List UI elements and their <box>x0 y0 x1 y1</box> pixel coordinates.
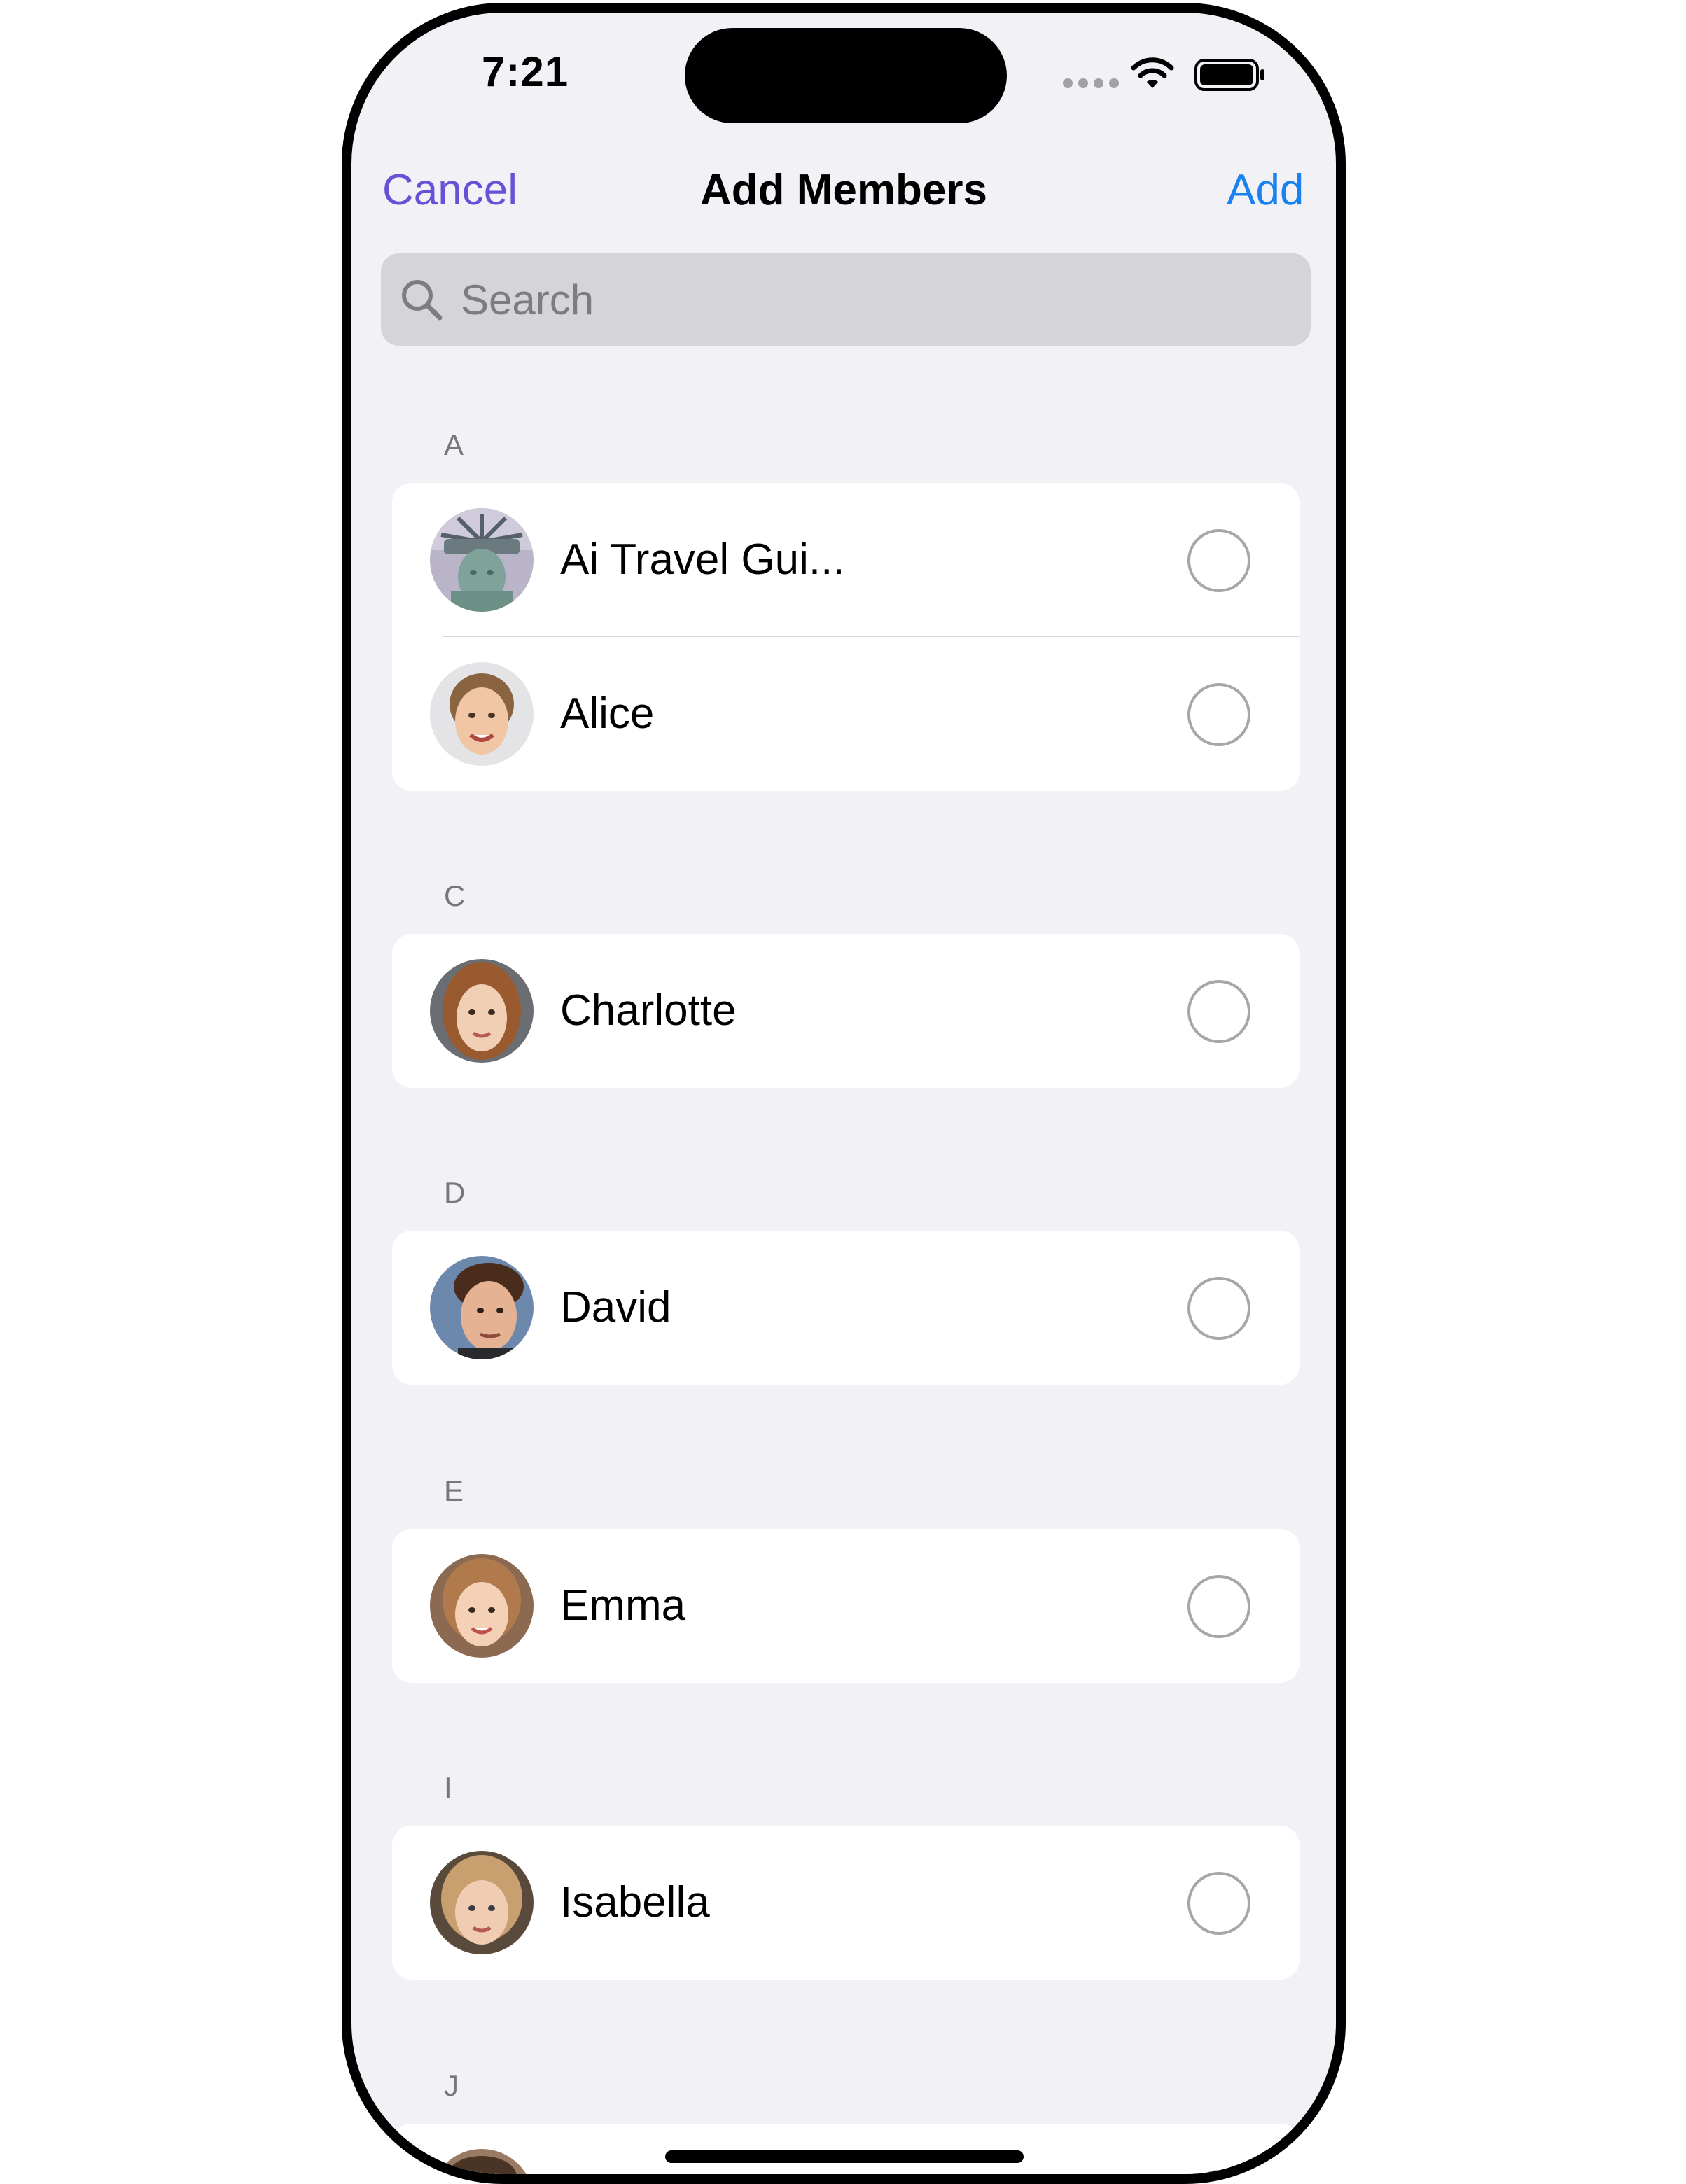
member-name: Isabella <box>560 1878 710 1926</box>
section-header-j: J <box>444 2069 459 2102</box>
emma-avatar <box>430 1554 534 1658</box>
charlotte-avatar <box>430 959 534 1063</box>
dynamic-island <box>685 28 1007 123</box>
section-card-c: Charlotte <box>392 934 1300 1088</box>
member-row-charlotte[interactable]: Charlotte <box>392 934 1300 1088</box>
select-radio-button[interactable] <box>1187 683 1250 746</box>
select-radio-button[interactable] <box>1187 1575 1250 1638</box>
david-avatar <box>430 1256 534 1359</box>
section-card-e: Emma <box>392 1529 1300 1683</box>
member-name: Alice <box>560 690 655 738</box>
statue-of-liberty-avatar <box>430 508 534 612</box>
section-header-c: C <box>444 879 466 912</box>
section-card-d: David <box>392 1231 1300 1385</box>
section-header-d: D <box>444 1176 466 1209</box>
phone-frame: 7:21 Cancel Add Members Add A <box>342 3 1346 2184</box>
alice-avatar <box>430 662 534 766</box>
select-radio-button[interactable] <box>1187 2170 1250 2174</box>
member-row-david[interactable]: David <box>392 1231 1300 1385</box>
section-header-e: E <box>444 1474 464 1507</box>
member-name: Emma <box>560 1581 686 1630</box>
select-radio-button[interactable] <box>1187 1872 1250 1935</box>
section-header-a: A <box>444 428 464 461</box>
cancel-button[interactable]: Cancel <box>382 165 517 215</box>
select-radio-button[interactable] <box>1187 529 1250 592</box>
member-name: Ai Travel Gui... <box>560 536 845 584</box>
home-indicator[interactable] <box>665 2150 1024 2163</box>
member-row-isabella[interactable]: Isabella <box>392 1826 1300 1980</box>
page-title: Add Members <box>700 166 987 214</box>
select-radio-button[interactable] <box>1187 980 1250 1043</box>
add-button[interactable]: Add <box>1227 165 1304 215</box>
member-row-alice[interactable]: Alice <box>392 637 1300 791</box>
signal-dots-icon <box>1063 78 1119 88</box>
member-row-ai-travel-guide[interactable]: Ai Travel Gui... <box>392 483 1300 637</box>
screen: 7:21 Cancel Add Members Add A <box>351 13 1336 2174</box>
search-bar[interactable] <box>381 253 1311 346</box>
member-row-emma[interactable]: Emma <box>392 1529 1300 1683</box>
section-card-i: Isabella <box>392 1826 1300 1980</box>
section-header-i: I <box>444 1771 452 1804</box>
member-name: David <box>560 1283 671 1331</box>
search-icon <box>402 280 443 321</box>
isabella-avatar <box>430 1851 534 1954</box>
search-input[interactable] <box>459 274 1267 325</box>
wifi-icon <box>1131 57 1174 88</box>
select-radio-button[interactable] <box>1187 1277 1250 1340</box>
section-card-a: Ai Travel Gui... Alice <box>392 483 1300 791</box>
battery-icon <box>1194 59 1264 91</box>
member-name: Charlotte <box>560 986 737 1035</box>
status-time: 7:21 <box>482 48 569 95</box>
partial-avatar <box>430 2149 534 2174</box>
